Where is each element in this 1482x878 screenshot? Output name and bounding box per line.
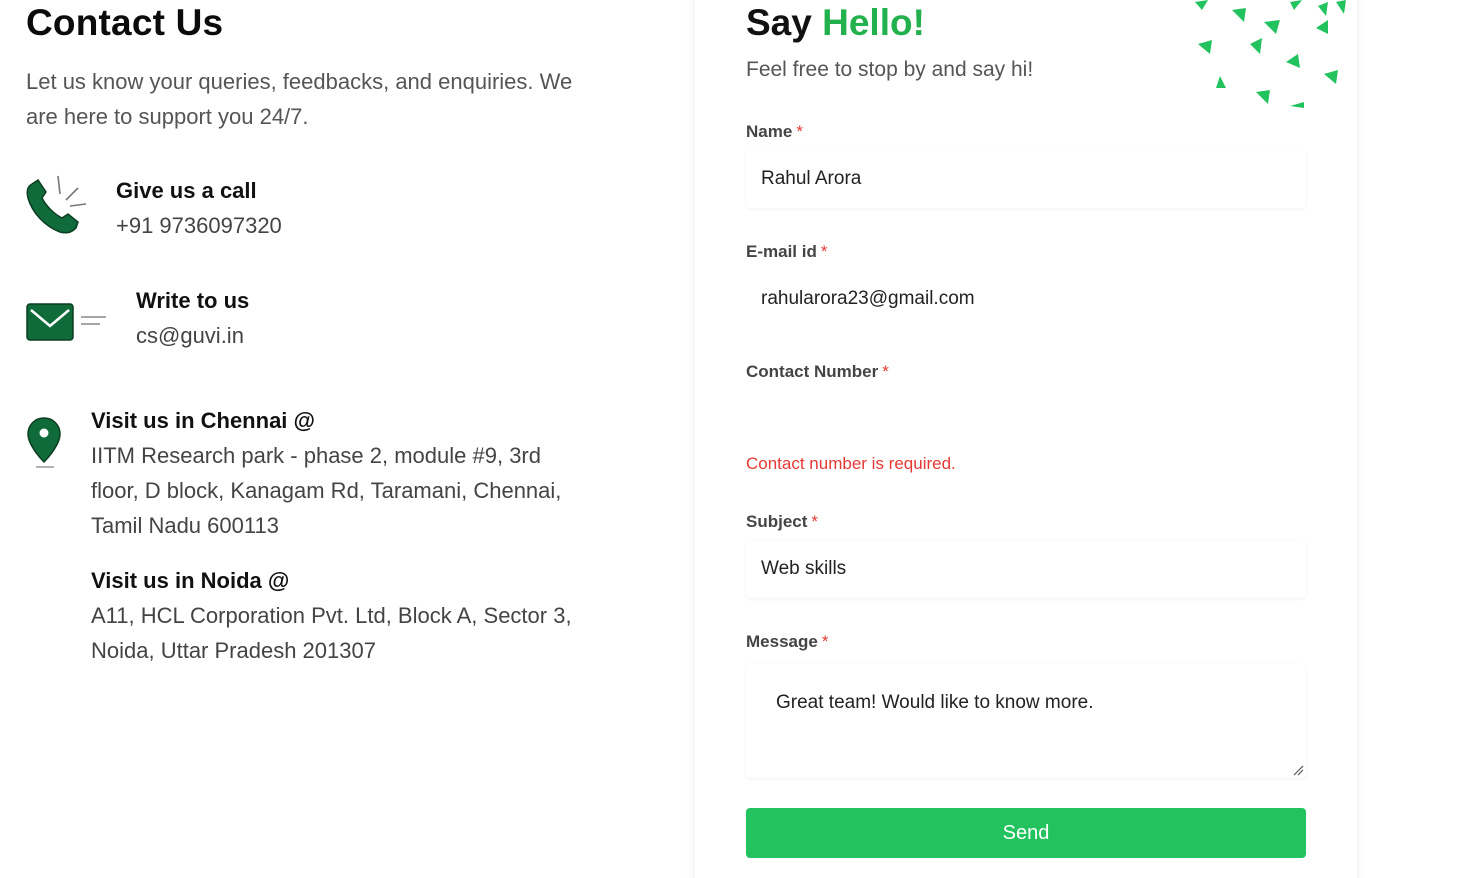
email-input[interactable]: [746, 270, 1306, 328]
chennai-address: IITM Research park - phase 2, module #9,…: [91, 443, 562, 538]
call-phone[interactable]: +91 9736097320: [116, 208, 282, 243]
message-label: Message *: [746, 632, 828, 652]
contact-number-error: Contact number is required.: [746, 454, 956, 473]
subject-label: Subject *: [746, 512, 818, 532]
name-input[interactable]: [746, 150, 1306, 208]
send-button[interactable]: Send: [746, 808, 1306, 858]
name-label: Name *: [746, 122, 803, 142]
noida-heading: Visit us in Noida @: [91, 568, 290, 593]
phone-icon: [26, 175, 87, 234]
contact-intro: Let us know your queries, feedbacks, and…: [26, 69, 573, 129]
form-title-prefix: Say: [746, 2, 812, 43]
page-title: Contact Us: [26, 2, 224, 43]
required-mark: *: [811, 512, 819, 531]
subject-label-text: Subject: [746, 512, 808, 531]
contact-number-input[interactable]: [746, 390, 1306, 448]
required-mark: *: [820, 242, 828, 261]
noida-address: A11, HCL Corporation Pvt. Ltd, Block A, …: [91, 603, 572, 663]
form-subtitle: Feel free to stop by and say hi!: [746, 58, 1034, 81]
contact-number-label: Contact Number *: [746, 362, 889, 382]
form-title-highlight: Hello!: [822, 2, 925, 43]
call-heading: Give us a call: [116, 178, 257, 203]
email-label: E-mail id *: [746, 242, 827, 262]
email-label-text: E-mail id: [746, 242, 817, 261]
mail-icon: [26, 303, 106, 341]
write-heading: Write to us: [136, 288, 250, 313]
message-label-text: Message: [746, 632, 818, 651]
required-mark: *: [796, 122, 803, 141]
subject-input[interactable]: [746, 540, 1306, 598]
name-label-text: Name: [746, 122, 793, 141]
confetti-decoration: [1195, 0, 1346, 108]
chennai-heading: Visit us in Chennai @: [91, 408, 315, 433]
required-mark: *: [882, 362, 889, 381]
form-title: Say Hello!: [746, 2, 925, 44]
contact-number-label-text: Contact Number: [746, 362, 879, 381]
location-pin-icon: [27, 417, 61, 468]
write-email[interactable]: cs@guvi.in: [136, 318, 244, 353]
required-mark: *: [821, 632, 829, 651]
message-textarea[interactable]: Great team! Would like to know more.: [746, 664, 1306, 778]
resize-grip-icon[interactable]: [1292, 764, 1304, 776]
